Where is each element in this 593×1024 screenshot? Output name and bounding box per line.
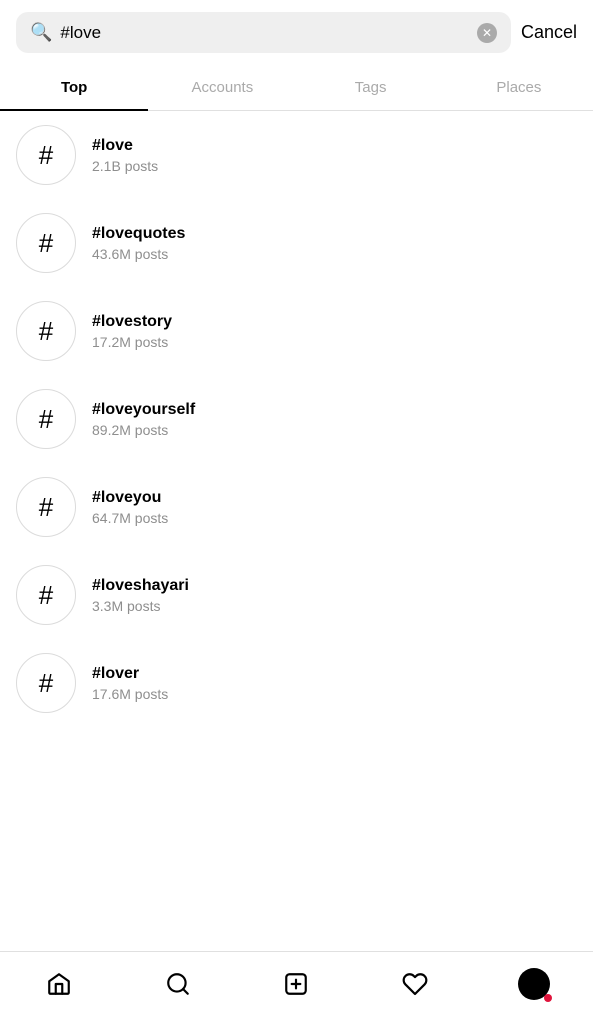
result-tag: #love [92, 137, 577, 155]
hashtag-avatar: # [16, 213, 76, 273]
result-post-count: 3.3M posts [92, 598, 577, 614]
hashtag-avatar: # [16, 477, 76, 537]
list-item[interactable]: # #lovequotes 43.6M posts [0, 199, 593, 287]
clear-icon[interactable]: ✕ [477, 23, 497, 43]
list-item[interactable]: # #lovestory 17.2M posts [0, 287, 593, 375]
list-item[interactable]: # #loveyourself 89.2M posts [0, 375, 593, 463]
search-nav-icon [165, 971, 191, 997]
nav-new-post[interactable] [271, 964, 321, 1004]
search-input-wrapper: 🔍 ✕ [16, 12, 511, 53]
hashtag-avatar: # [16, 301, 76, 361]
result-tag: #lovestory [92, 313, 577, 331]
search-icon: 🔍 [30, 22, 52, 43]
list-item[interactable]: # #loveyou 64.7M posts [0, 463, 593, 551]
result-tag: #loveshayari [92, 577, 577, 595]
list-item[interactable]: # #loveshayari 3.3M posts [0, 551, 593, 639]
home-icon [46, 971, 72, 997]
result-tag: #lover [92, 665, 577, 683]
result-info: #love 2.1B posts [92, 137, 577, 174]
result-tag: #lovequotes [92, 225, 577, 243]
tab-places[interactable]: Places [445, 65, 593, 110]
list-item[interactable]: # #love 2.1B posts [0, 111, 593, 199]
nav-home[interactable] [34, 964, 84, 1004]
new-post-icon [283, 971, 309, 997]
result-post-count: 17.2M posts [92, 334, 577, 350]
hashtag-avatar: # [16, 389, 76, 449]
results-list: # #love 2.1B posts # #lovequotes 43.6M p… [0, 111, 593, 951]
nav-profile[interactable] [509, 964, 559, 1004]
search-bar: 🔍 ✕ Cancel [0, 0, 593, 65]
result-info: #loveshayari 3.3M posts [92, 577, 577, 614]
hashtag-avatar: # [16, 565, 76, 625]
result-info: #lovequotes 43.6M posts [92, 225, 577, 262]
cancel-button[interactable]: Cancel [521, 22, 577, 43]
result-info: #loveyourself 89.2M posts [92, 401, 577, 438]
nav-activity[interactable] [390, 964, 440, 1004]
tab-top[interactable]: Top [0, 65, 148, 110]
result-post-count: 89.2M posts [92, 422, 577, 438]
result-tag: #loveyourself [92, 401, 577, 419]
tabs: Top Accounts Tags Places [0, 65, 593, 111]
result-info: #loveyou 64.7M posts [92, 489, 577, 526]
result-post-count: 17.6M posts [92, 686, 577, 702]
list-item[interactable]: # #lover 17.6M posts [0, 639, 593, 727]
tab-tags[interactable]: Tags [297, 65, 445, 110]
bottom-nav [0, 951, 593, 1024]
result-post-count: 2.1B posts [92, 158, 577, 174]
result-info: #lover 17.6M posts [92, 665, 577, 702]
hashtag-avatar: # [16, 653, 76, 713]
nav-search[interactable] [153, 964, 203, 1004]
tab-accounts[interactable]: Accounts [148, 65, 296, 110]
result-tag: #loveyou [92, 489, 577, 507]
result-post-count: 64.7M posts [92, 510, 577, 526]
result-info: #lovestory 17.2M posts [92, 313, 577, 350]
heart-icon [402, 971, 428, 997]
result-post-count: 43.6M posts [92, 246, 577, 262]
profile-avatar [518, 968, 550, 1000]
hashtag-avatar: # [16, 125, 76, 185]
search-input[interactable] [60, 23, 469, 43]
